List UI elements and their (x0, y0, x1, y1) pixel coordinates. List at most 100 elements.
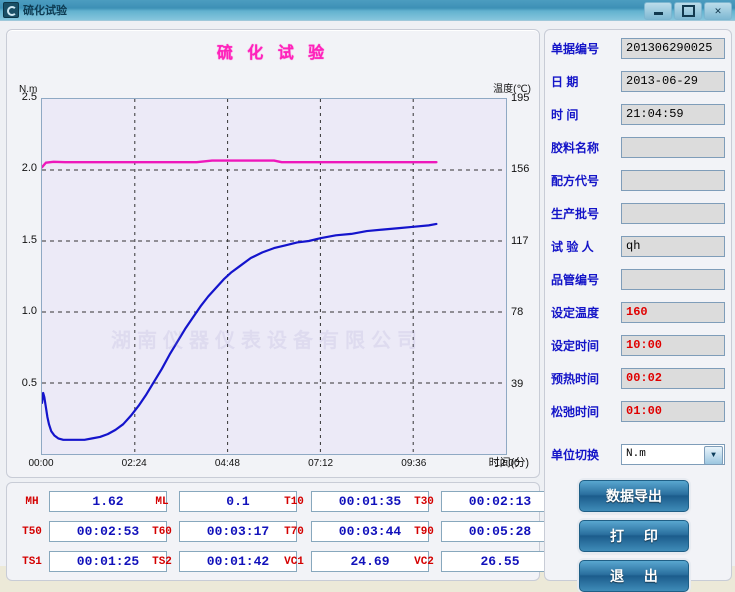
result-label: MH (15, 496, 49, 508)
info-panel: 单据编号201306290025日 期2013-06-29时 间21:04:59… (544, 29, 732, 581)
field-row-date: 日 期2013-06-29 (551, 69, 725, 93)
field-row-set-temperature: 设定温度160 (551, 300, 725, 324)
result-value[interactable]: 26.55 (441, 551, 559, 572)
field-label-relax-time: 松弛时间 (551, 403, 621, 420)
right-axis-tick: 117 (511, 235, 545, 247)
result-cell: T9000:05:28 (407, 521, 559, 542)
chart-title: 硫 化 试 验 (7, 39, 539, 63)
field-row-document-number: 单据编号201306290025 (551, 36, 725, 60)
field-label-production-batch: 生产批号 (551, 205, 621, 222)
field-label-qc-number: 品管编号 (551, 271, 621, 288)
results-row: TS100:01:25TS200:01:42VC124.69VC226.55 (7, 551, 539, 577)
unit-switch-value: N.m (626, 448, 646, 460)
field-value-tester[interactable]: qh (621, 236, 725, 257)
maximize-button[interactable] (674, 2, 702, 20)
result-value[interactable]: 00:05:28 (441, 521, 559, 542)
field-row-production-batch: 生产批号 (551, 201, 725, 225)
plot-canvas[interactable]: 湖南仪器仪表设备有限公司 (41, 98, 507, 455)
field-value-production-batch[interactable] (621, 203, 725, 224)
result-label: ML (145, 496, 179, 508)
x-axis-tick: 02:24 (112, 458, 156, 469)
field-label-preheat-time: 预热时间 (551, 370, 621, 387)
window-title: 硫化试验 (23, 2, 67, 18)
unit-switch-row: 单位切换 N.m ▼ (551, 442, 725, 466)
result-label: T50 (15, 526, 49, 538)
y-axis-tick: 0.5 (7, 377, 37, 389)
x-axis-tick: 04:48 (205, 458, 249, 469)
result-label: T30 (407, 496, 441, 508)
field-row-relax-time: 松弛时间01:00 (551, 399, 725, 423)
chart-panel: 硫 化 试 验 N.m 温度(℃) 时间(分) 湖南仪器仪表设备有限公司 0.5… (6, 29, 540, 478)
field-label-set-time: 设定时间 (551, 337, 621, 354)
field-value-document-number[interactable]: 201306290025 (621, 38, 725, 59)
x-axis-tick: 12:00 (485, 458, 529, 469)
print-label: 打 印 (602, 526, 666, 546)
right-axis-tick: 78 (511, 306, 545, 318)
result-label: T60 (145, 526, 179, 538)
result-cell: T3000:02:13 (407, 491, 559, 512)
right-axis-tick: 39 (511, 378, 545, 390)
field-row-time: 时 间21:04:59 (551, 102, 725, 126)
x-axis-tick: 07:12 (299, 458, 343, 469)
window-content: 硫 化 试 验 N.m 温度(℃) 时间(分) 湖南仪器仪表设备有限公司 0.5… (0, 21, 735, 566)
field-row-compound-name: 胶料名称 (551, 135, 725, 159)
field-label-document-number: 单据编号 (551, 40, 621, 57)
export-data-button[interactable]: 数据导出 (579, 480, 689, 512)
app-icon (3, 2, 19, 18)
field-value-preheat-time[interactable]: 00:02 (621, 368, 725, 389)
results-row: T5000:02:53T6000:03:17T7000:03:44T9000:0… (7, 521, 539, 547)
exit-label: 退 出 (602, 566, 666, 586)
y-axis-tick: 1.5 (7, 234, 37, 246)
close-button[interactable]: ✕ (704, 2, 732, 20)
field-value-set-time[interactable]: 10:00 (621, 335, 725, 356)
window-controls: ✕ (644, 2, 732, 20)
field-value-formula-code[interactable] (621, 170, 725, 191)
result-value[interactable]: 00:02:13 (441, 491, 559, 512)
field-value-date[interactable]: 2013-06-29 (621, 71, 725, 92)
y-axis-tick: 1.0 (7, 305, 37, 317)
results-panel: MH1.62ML0.1T1000:01:35T3000:02:13 T5000:0… (6, 482, 540, 581)
field-label-set-temperature: 设定温度 (551, 304, 621, 321)
field-row-qc-number: 品管编号 (551, 267, 725, 291)
print-button[interactable]: 打 印 (579, 520, 689, 552)
y-axis-tick: 2.5 (7, 91, 37, 103)
field-value-relax-time[interactable]: 01:00 (621, 401, 725, 422)
field-row-formula-code: 配方代号 (551, 168, 725, 192)
chart-svg (42, 99, 506, 454)
result-cell: VC226.55 (407, 551, 559, 572)
unit-switch-label: 单位切换 (551, 446, 621, 463)
unit-switch-select[interactable]: N.m ▼ (621, 444, 725, 465)
right-axis-tick: 156 (511, 163, 545, 175)
result-label: T10 (277, 496, 311, 508)
result-cell: T6000:03:17 (145, 521, 297, 542)
maximize-icon (682, 5, 695, 17)
result-cell: TS200:01:42 (145, 551, 297, 572)
results-row: MH1.62ML0.1T1000:01:35T3000:02:13 (7, 491, 539, 517)
x-axis-tick: 00:00 (19, 458, 63, 469)
field-row-preheat-time: 预热时间00:02 (551, 366, 725, 390)
field-value-time[interactable]: 21:04:59 (621, 104, 725, 125)
chevron-down-icon[interactable]: ▼ (704, 446, 723, 465)
right-axis-tick: 195 (511, 92, 545, 104)
plot-area: 湖南仪器仪表设备有限公司 (41, 98, 507, 455)
close-icon: ✕ (705, 3, 731, 19)
result-label: T70 (277, 526, 311, 538)
field-value-set-temperature[interactable]: 160 (621, 302, 725, 323)
field-label-tester: 试 验 人 (551, 238, 621, 255)
minimize-icon (654, 12, 663, 15)
minimize-button[interactable] (644, 2, 672, 20)
y-axis-tick: 2.0 (7, 162, 37, 174)
export-data-label: 数据导出 (606, 486, 662, 506)
result-cell: ML0.1 (145, 491, 297, 512)
field-value-compound-name[interactable] (621, 137, 725, 158)
field-value-qc-number[interactable] (621, 269, 725, 290)
field-row-tester: 试 验 人qh (551, 234, 725, 258)
field-row-set-time: 设定时间10:00 (551, 333, 725, 357)
x-axis-tick: 09:36 (392, 458, 436, 469)
field-label-formula-code: 配方代号 (551, 172, 621, 189)
field-label-compound-name: 胶料名称 (551, 139, 621, 156)
field-label-date: 日 期 (551, 73, 621, 90)
application-window: 硫化试验 ✕ 硫 化 试 验 N.m 温度(℃) 时间(分) 湖南仪器仪表设备有… (0, 0, 735, 566)
result-label: T90 (407, 526, 441, 538)
exit-button[interactable]: 退 出 (579, 560, 689, 592)
